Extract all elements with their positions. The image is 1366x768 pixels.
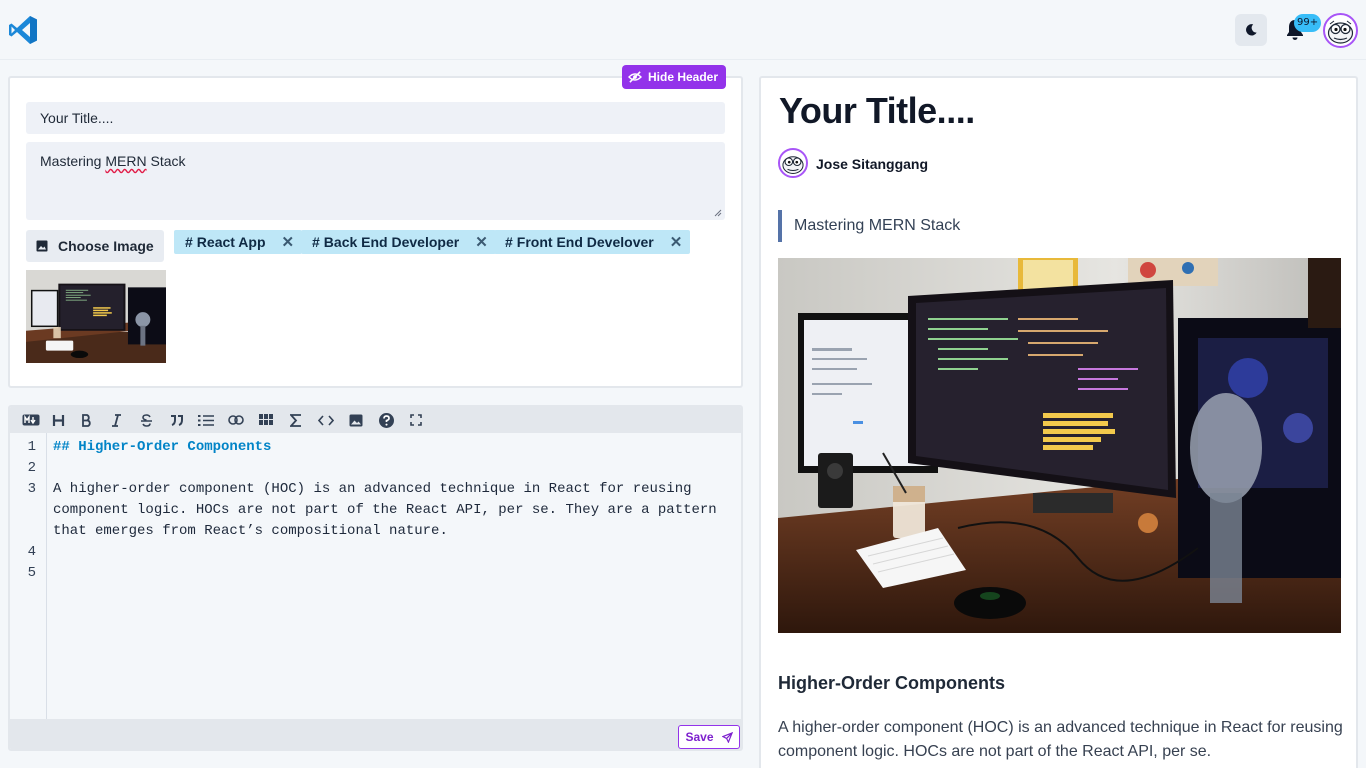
formula-icon[interactable]: [286, 410, 306, 430]
tag-label: Back End Developer: [323, 234, 460, 250]
tag-label: React App: [196, 234, 266, 250]
code-line[interactable]: that emerges from React’s compositional …: [53, 521, 733, 542]
author-name: Jose Sitanggang: [816, 156, 929, 172]
markdown-editor: 1 2 3 4 5 ## Higher-Order Components A h…: [8, 405, 743, 751]
subtitle-textarea[interactable]: Mastering MERN Stack: [26, 142, 725, 220]
save-button[interactable]: Save: [678, 725, 740, 749]
bold-icon[interactable]: [76, 410, 96, 430]
hide-header-button[interactable]: Hide Header: [622, 65, 727, 89]
author-avatar: [778, 148, 808, 178]
code-line[interactable]: A higher-order component (HOC) is an adv…: [53, 479, 733, 500]
title-input[interactable]: [26, 102, 725, 134]
editor-footer: Save: [10, 719, 741, 749]
avatar-face-icon: [782, 156, 804, 174]
notification-badge: 99+: [1294, 14, 1322, 32]
image-icon[interactable]: [346, 410, 366, 430]
desk-setup-image: [778, 258, 1341, 633]
preview-heading: Higher-Order Components: [778, 673, 1006, 693]
fullscreen-icon[interactable]: [406, 410, 426, 430]
link-icon[interactable]: [226, 410, 246, 430]
spellcheck-word: MERN: [105, 153, 147, 169]
line-number: 1: [27, 439, 36, 455]
line-number: 3: [27, 481, 36, 497]
tag-chip: # React App ✕: [174, 230, 303, 254]
markdown-preview: Your Title.... Jose Sitanggang Mastering…: [759, 76, 1358, 768]
heading-icon[interactable]: [48, 410, 68, 430]
theme-toggle-button[interactable]: [1235, 14, 1267, 46]
eye-slash-icon: [628, 71, 642, 83]
line-number-gutter: 1 2 3 4 5: [10, 433, 47, 719]
avatar-face-icon: [1327, 20, 1354, 44]
code-line-heading[interactable]: ## Higher-Order Components: [53, 437, 733, 458]
quote-icon[interactable]: [166, 410, 186, 430]
preview-title: Your Title....: [779, 90, 975, 131]
top-bar: 99+: [0, 0, 1366, 60]
code-icon[interactable]: [316, 410, 336, 430]
send-icon: [721, 731, 733, 743]
tag-chip: # Front End Develover ✕: [494, 230, 691, 254]
line-number: 2: [27, 460, 36, 476]
user-avatar[interactable]: [1323, 13, 1358, 48]
table-icon[interactable]: [256, 410, 276, 430]
line-number: 4: [27, 544, 36, 560]
subtitle-text: Mastering MERN Stack: [40, 153, 186, 169]
strikethrough-icon[interactable]: [136, 410, 156, 430]
tag-remove-icon[interactable]: ✕: [282, 233, 295, 251]
tag-remove-icon[interactable]: ✕: [475, 233, 488, 251]
tag-label: Front End Develover: [516, 234, 654, 250]
preview-paragraph: A higher-order component (HOC) is an adv…: [778, 719, 1343, 760]
resize-handle-icon[interactable]: [714, 209, 722, 217]
preview-subtitle: Mastering MERN Stack: [778, 210, 960, 242]
moon-icon: [1246, 24, 1257, 36]
cover-image-thumbnail[interactable]: [26, 270, 166, 363]
tag-remove-icon[interactable]: ✕: [670, 233, 683, 251]
markdown-icon[interactable]: [20, 410, 42, 430]
italic-icon[interactable]: [106, 410, 126, 430]
tag-chip: # Back End Developer ✕: [301, 230, 496, 254]
editor-toolbar: [10, 407, 741, 433]
desk-setup-image: [26, 270, 166, 363]
help-icon[interactable]: [376, 410, 396, 430]
code-line[interactable]: component logic. HOCs are not part of th…: [53, 500, 733, 521]
list-icon[interactable]: [196, 410, 216, 430]
image-icon: [36, 240, 48, 252]
hide-header-label: Hide Header: [648, 70, 719, 84]
save-label: Save: [685, 730, 714, 744]
line-number: 5: [27, 565, 36, 581]
choose-image-button[interactable]: Choose Image: [26, 230, 164, 262]
vscode-logo-icon[interactable]: [7, 14, 39, 46]
cover-image: [778, 258, 1341, 633]
choose-image-label: Choose Image: [58, 238, 154, 254]
